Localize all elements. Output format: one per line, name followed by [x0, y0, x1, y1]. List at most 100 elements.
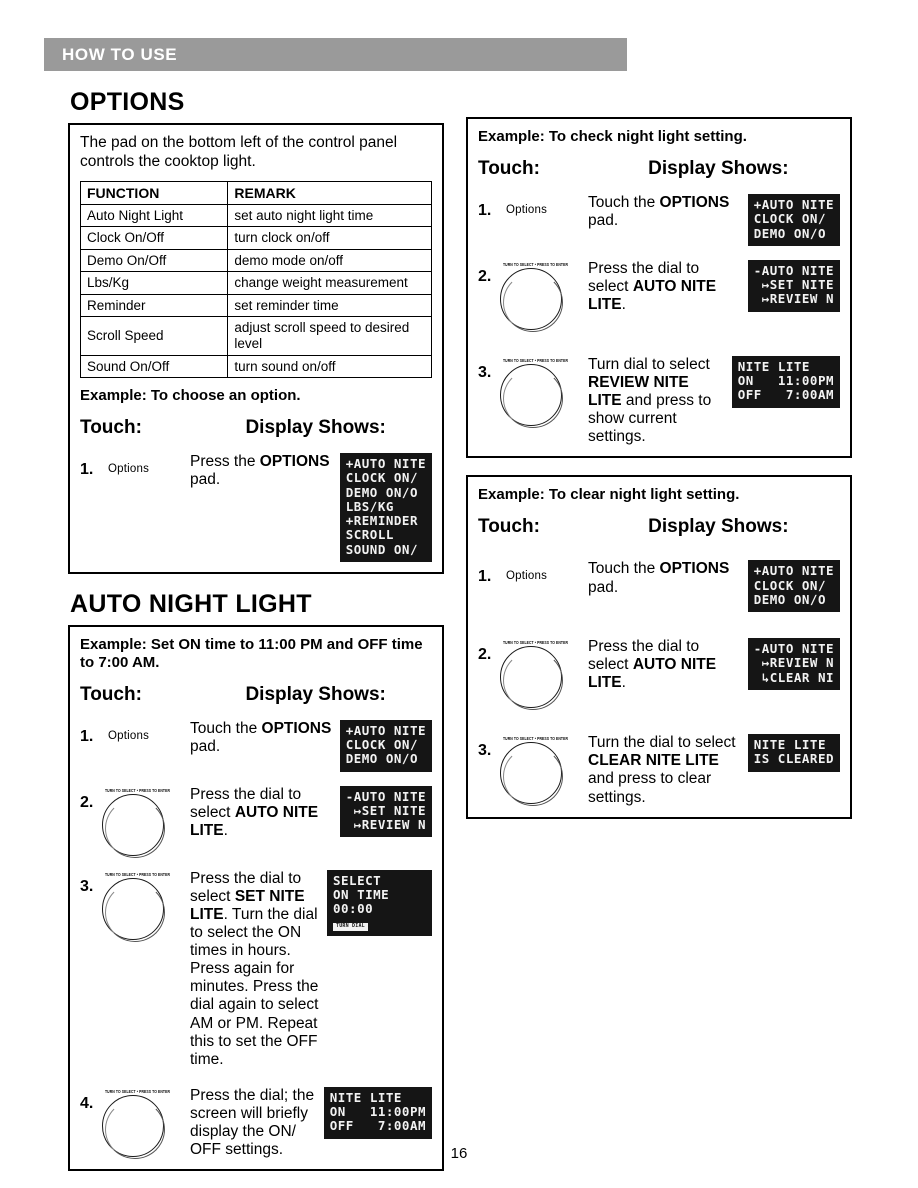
dial-wrapper: TURN TO SELECT • PRESS TO ENTER: [498, 357, 586, 428]
dial-wrapper: TURN TO SELECT • PRESS TO ENTER: [498, 262, 586, 332]
lcd-wrapper: -AUTO NITE ↦SET NITE ↦REVIEW N: [747, 256, 840, 312]
lcd-display: SELECT ON TIME 00:00 TURN DIAL: [327, 869, 432, 936]
lcd-wrapper: NITE LITE IS CLEARED: [747, 730, 840, 772]
options-column-headers: Touch: Display Shows:: [80, 417, 432, 439]
lcd-display: +AUTO NITE CLOCK ON∕ DEMO ON∕O: [339, 719, 432, 772]
lcd-display: +AUTO NITE CLOCK ON∕ DEMO ON∕O: [747, 560, 840, 613]
step-instruction: Press the dial to select AUTO NITE LITE.: [588, 634, 748, 692]
table-header-row: FUNCTION REMARK: [79, 180, 432, 205]
dial-control[interactable]: TURN TO SELECT • PRESS TO ENTER: [100, 782, 190, 858]
step-instruction: Press the dial to select AUTO NITE LITE.: [190, 782, 340, 840]
step-text-tail: pad.: [588, 578, 619, 596]
table-row: Lbs/Kg change weight measurement: [79, 271, 432, 295]
options-pad-label: Options: [506, 570, 548, 583]
step-text-tail: . Turn the dial to select the ON times i…: [190, 905, 319, 1068]
cell-function: Reminder: [79, 293, 229, 318]
options-pad-control[interactable]: Options: [100, 449, 190, 475]
lcd-display: -AUTO NITE ↦SET NITE ↦REVIEW N: [747, 259, 840, 312]
step-text-emphasis: OPTIONS: [261, 719, 332, 737]
step-text-emphasis: OPTIONS: [259, 453, 330, 471]
lcd-display: -AUTO NITE ↦SET NITE ↦REVIEW N: [339, 785, 432, 838]
table-row: Reminder set reminder time: [79, 293, 432, 318]
dial-control[interactable]: TURN TO SELECT • PRESS TO ENTER: [498, 730, 588, 807]
options-pad-control[interactable]: Options: [498, 190, 588, 216]
display-header: Display Shows:: [245, 417, 386, 439]
lcd-wrapper: -AUTO NITE ↦SET NITE ↦REVIEW N: [339, 782, 432, 838]
table-row: Demo On/Off demo mode on/off: [79, 248, 432, 273]
lcd-display: NITE LITE ON 11:00PM OFF 7:00AM: [323, 1086, 432, 1139]
step-number: 2.: [478, 646, 492, 664]
check-example-label: Example: To check night light setting.: [478, 128, 747, 145]
column-header-remark: REMARK: [227, 180, 432, 205]
cell-function: Lbs/Kg: [79, 271, 229, 295]
options-pad-label: Options: [108, 729, 150, 742]
table-row: Clock On/Off turn clock on/off: [79, 226, 432, 250]
dial-control[interactable]: TURN TO SELECT • PRESS TO ENTER: [498, 634, 588, 711]
step-row: 2. TURN TO SELECT • PRESS TO ENTER Press…: [80, 782, 432, 858]
step-text-lead: Touch the: [588, 560, 660, 578]
page-title-auto-night-light: AUTO NIGHT LIGHT: [70, 589, 312, 618]
dial-caption: TURN TO SELECT • PRESS TO ENTER: [105, 787, 171, 793]
step-text-tail: .: [223, 821, 228, 839]
step-number: 4.: [80, 1094, 94, 1112]
options-pad-control[interactable]: Options: [100, 716, 190, 742]
clear-example-label: Example: To clear night light setting.: [478, 486, 740, 504]
page-title-options: OPTIONS: [70, 88, 185, 116]
lcd-wrapper: +AUTO NITE CLOCK ON∕ DEMO ON∕O: [339, 716, 432, 772]
step-text-tail: pad.: [190, 737, 221, 755]
dial-knob-icon[interactable]: [500, 742, 563, 807]
dial-knob-icon[interactable]: [102, 793, 165, 858]
dial-knob-icon[interactable]: [500, 363, 563, 428]
anl-example-label: Example: Set ON time to 11:00 PM and OFF…: [80, 635, 423, 671]
step-text-lead: Press the: [190, 453, 260, 471]
step-number: 3.: [80, 877, 94, 895]
cell-remark: demo mode on/off: [227, 248, 432, 273]
step-row: 1. Options Touch the OPTIONS pad. +AUTO …: [478, 556, 840, 613]
cell-remark: turn sound on/off: [227, 354, 432, 379]
step-row: 3. TURN TO SELECT • PRESS TO ENTER Turn …: [478, 352, 840, 447]
cell-remark: adjust scroll speed to desired level: [227, 316, 432, 356]
step-text-tail: .: [621, 674, 626, 692]
step-instruction: Touch the OPTIONS pad.: [588, 190, 748, 230]
step-row: 1. Options Touch the OPTIONS pad. +AUTO …: [80, 716, 432, 772]
display-header: Display Shows:: [648, 158, 789, 179]
lcd-display: NITE LITE IS CLEARED: [747, 734, 840, 772]
lcd-wrapper: +AUTO NITE CLOCK ON∕ DEMO ON∕O LBS∕KG +R…: [339, 449, 432, 562]
touch-header: Touch:: [80, 683, 142, 705]
options-panel: The pad on the bottom left of the contro…: [68, 123, 444, 574]
dial-knob-icon[interactable]: [500, 267, 563, 332]
step-number: 2.: [80, 793, 94, 811]
check-column-headers: Touch: Display Shows:: [478, 158, 840, 180]
step-instruction: Turn dial to select REVIEW NITE LITE and…: [588, 352, 732, 447]
touch-header: Touch:: [80, 417, 142, 439]
step-number: 2.: [478, 267, 492, 285]
lcd-wrapper: -AUTO NITE ↦REVIEW N ↳CLEAR NI: [747, 634, 840, 690]
dial-control[interactable]: TURN TO SELECT • PRESS TO ENTER: [498, 352, 588, 428]
step-text-lead: Turn dial to select: [588, 355, 710, 373]
clear-column-headers: Touch: Display Shows:: [478, 516, 840, 538]
dial-wrapper: TURN TO SELECT • PRESS TO ENTER: [100, 787, 188, 858]
dial-caption: TURN TO SELECT • PRESS TO ENTER: [105, 1088, 171, 1095]
step-row: 2. TURN TO SELECT • PRESS TO ENTER Press…: [478, 634, 840, 711]
step-number: 1.: [478, 568, 492, 586]
left-column: OPTIONS The pad on the bottom left of th…: [68, 88, 444, 1172]
step-instruction: Turn the dial to select CLEAR NITE LITE …: [588, 730, 748, 807]
dial-knob-icon[interactable]: [102, 877, 165, 942]
lcd-display: NITE LITE ON 11:00PM OFF 7:00AM: [731, 355, 840, 408]
lcd-wrapper: NITE LITE ON 11:00PM OFF 7:00AM: [323, 1083, 432, 1139]
lcd-display: -AUTO NITE ↦REVIEW N ↳CLEAR NI: [747, 638, 840, 690]
dial-control[interactable]: TURN TO SELECT • PRESS TO ENTER: [100, 866, 190, 942]
options-pad-control[interactable]: Options: [498, 556, 588, 582]
lcd-text: SELECT ON TIME 00:00: [333, 872, 390, 917]
step-row: 3. TURN TO SELECT • PRESS TO ENTER Turn …: [478, 730, 840, 807]
section-header-bar: HOW TO USE: [44, 38, 627, 71]
step-instruction: Press the OPTIONS pad.: [190, 449, 340, 489]
check-night-light-panel: Example: To check night light setting. T…: [466, 117, 852, 459]
step-text-lead: Touch the: [588, 194, 660, 211]
dial-control[interactable]: TURN TO SELECT • PRESS TO ENTER: [498, 256, 588, 332]
cell-remark: change weight measurement: [227, 271, 432, 295]
dial-caption: TURN TO SELECT • PRESS TO ENTER: [503, 357, 569, 364]
lcd-turn-dial-badge: TURN DIAL: [333, 922, 368, 931]
dial-knob-icon[interactable]: [500, 646, 563, 711]
step-number: 1.: [80, 727, 94, 745]
